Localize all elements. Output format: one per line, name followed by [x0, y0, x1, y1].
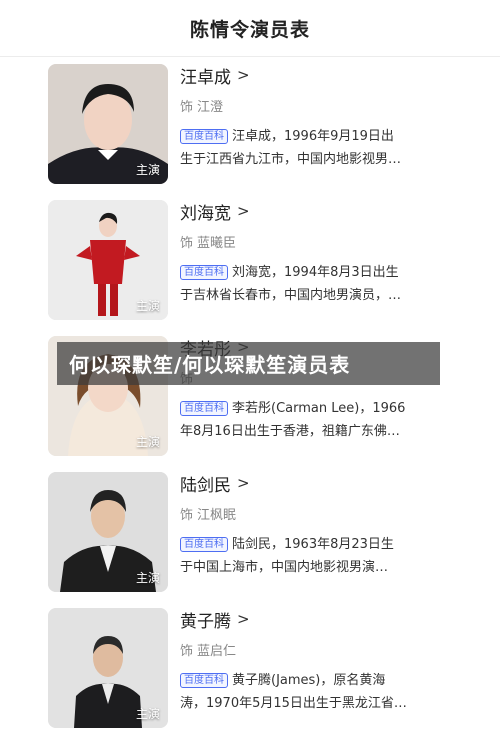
actor-description[interactable]: 百度百科 刘海宽，1994年8月3日出生 于吉林省长春市，中国内地男演员，… — [180, 261, 440, 307]
actor-name[interactable]: 汪卓成 — [180, 63, 231, 88]
baidu-baike-badge: 百度百科 — [180, 129, 228, 144]
actor-info: 刘海宽 > 饰蓝曦臣 百度百科 刘海宽，1994年8月3日出生 于吉林省长春市，中… — [180, 200, 440, 307]
actor-name[interactable]: 刘海宽 — [180, 199, 231, 224]
actor-card[interactable]: 主演 刘海宽 > 饰蓝曦臣 百度百科 刘海宽，1994年8月3日出生 于吉林省长春… — [0, 192, 500, 328]
description-line-1: 李若彤(Carman Lee)，1966 — [232, 401, 406, 416]
baidu-baike-badge: 百度百科 — [180, 401, 228, 416]
role-prefix: 饰 — [180, 236, 194, 251]
description-line-2: 年8月16日出生于香港，祖籍广东佛… — [180, 424, 400, 439]
actor-info: 汪卓成 > 饰江澄 百度百科 汪卓成，1996年9月19日出 生于江西省九江市，中… — [180, 64, 440, 171]
description-line-1: 陆剑民，1963年8月23日生 — [232, 537, 394, 552]
actor-card[interactable]: 主演 汪卓成 > 饰江澄 百度百科 汪卓成，1996年9月19日出 生于江西省九江… — [0, 56, 500, 192]
actor-photo[interactable]: 主演 — [48, 472, 168, 592]
role-name: 蓝启仁 — [197, 644, 237, 659]
description-line-1: 汪卓成，1996年9月19日出 — [232, 129, 394, 144]
lead-role-tag: 主演 — [135, 571, 160, 585]
title-banner: 何以琛默笙/何以琛默笙演员表 — [57, 342, 440, 385]
lead-role-tag: 主演 — [135, 163, 160, 177]
page-title: 陈情令演员表 — [189, 18, 310, 41]
description-line-2: 涛，1970年5月15日出生于黑龙江省… — [180, 696, 407, 711]
lead-role-tag: 主演 — [135, 707, 160, 721]
actor-description[interactable]: 百度百科 汪卓成，1996年9月19日出 生于江西省九江市，中国内地影视男… — [180, 125, 440, 171]
role-line: 饰江澄 — [180, 96, 440, 115]
actor-description[interactable]: 百度百科 陆剑民，1963年8月23日生 于中国上海市，中国内地影视男演… — [180, 533, 440, 579]
chevron-right-icon[interactable]: > — [237, 66, 250, 84]
actor-photo[interactable]: 主演 — [48, 64, 168, 184]
role-line: 饰蓝曦臣 — [180, 232, 440, 251]
lead-role-tag: 主演 — [135, 435, 160, 449]
actor-photo[interactable]: 主演 — [48, 200, 168, 320]
chevron-right-icon[interactable]: > — [237, 474, 250, 492]
actor-photo[interactable]: 主演 — [48, 608, 168, 728]
baidu-baike-badge: 百度百科 — [180, 537, 228, 552]
role-prefix: 饰 — [180, 508, 194, 523]
role-name: 江枫眠 — [197, 508, 237, 523]
description-line-2: 生于江西省九江市，中国内地影视男… — [180, 152, 402, 167]
role-name: 江澄 — [197, 100, 224, 115]
role-name: 蓝曦臣 — [197, 236, 237, 251]
actor-description[interactable]: 百度百科 李若彤(Carman Lee)，1966 年8月16日出生于香港，祖籍广… — [180, 397, 440, 443]
actor-description[interactable]: 百度百科 黄子腾(James)，原名黄海 涛，1970年5月15日出生于黑龙江省… — [180, 669, 440, 715]
role-prefix: 饰 — [180, 100, 194, 115]
actor-card[interactable]: 主演 黄子腾 > 饰蓝启仁 百度百科 黄子腾(James)，原名黄海 涛，1970… — [0, 600, 500, 736]
actor-name[interactable]: 陆剑民 — [180, 471, 231, 496]
description-line-1: 刘海宽，1994年8月3日出生 — [232, 265, 399, 280]
actor-info: 黄子腾 > 饰蓝启仁 百度百科 黄子腾(James)，原名黄海 涛，1970年5月… — [180, 608, 440, 715]
chevron-right-icon[interactable]: > — [237, 202, 250, 220]
chevron-right-icon[interactable]: > — [237, 610, 250, 628]
role-line: 饰江枫眠 — [180, 504, 440, 523]
page-header: 陈情令演员表 — [0, 0, 500, 57]
role-prefix: 饰 — [180, 644, 194, 659]
role-line: 饰蓝启仁 — [180, 640, 440, 659]
description-line-2: 于吉林省长春市，中国内地男演员，… — [180, 288, 402, 303]
actor-name[interactable]: 黄子腾 — [180, 607, 231, 632]
banner-title: 何以琛默笙/何以琛默笙演员表 — [69, 353, 351, 377]
description-line-2: 于中国上海市，中国内地影视男演… — [180, 560, 389, 575]
baidu-baike-badge: 百度百科 — [180, 265, 228, 280]
actor-card[interactable]: 主演 陆剑民 > 饰江枫眠 百度百科 陆剑民，1963年8月23日生 于中国上海市… — [0, 464, 500, 600]
description-line-1: 黄子腾(James)，原名黄海 — [232, 673, 386, 688]
actor-info: 陆剑民 > 饰江枫眠 百度百科 陆剑民，1963年8月23日生 于中国上海市，中国… — [180, 472, 440, 579]
baidu-baike-badge: 百度百科 — [180, 673, 228, 688]
lead-role-tag: 主演 — [135, 299, 160, 313]
